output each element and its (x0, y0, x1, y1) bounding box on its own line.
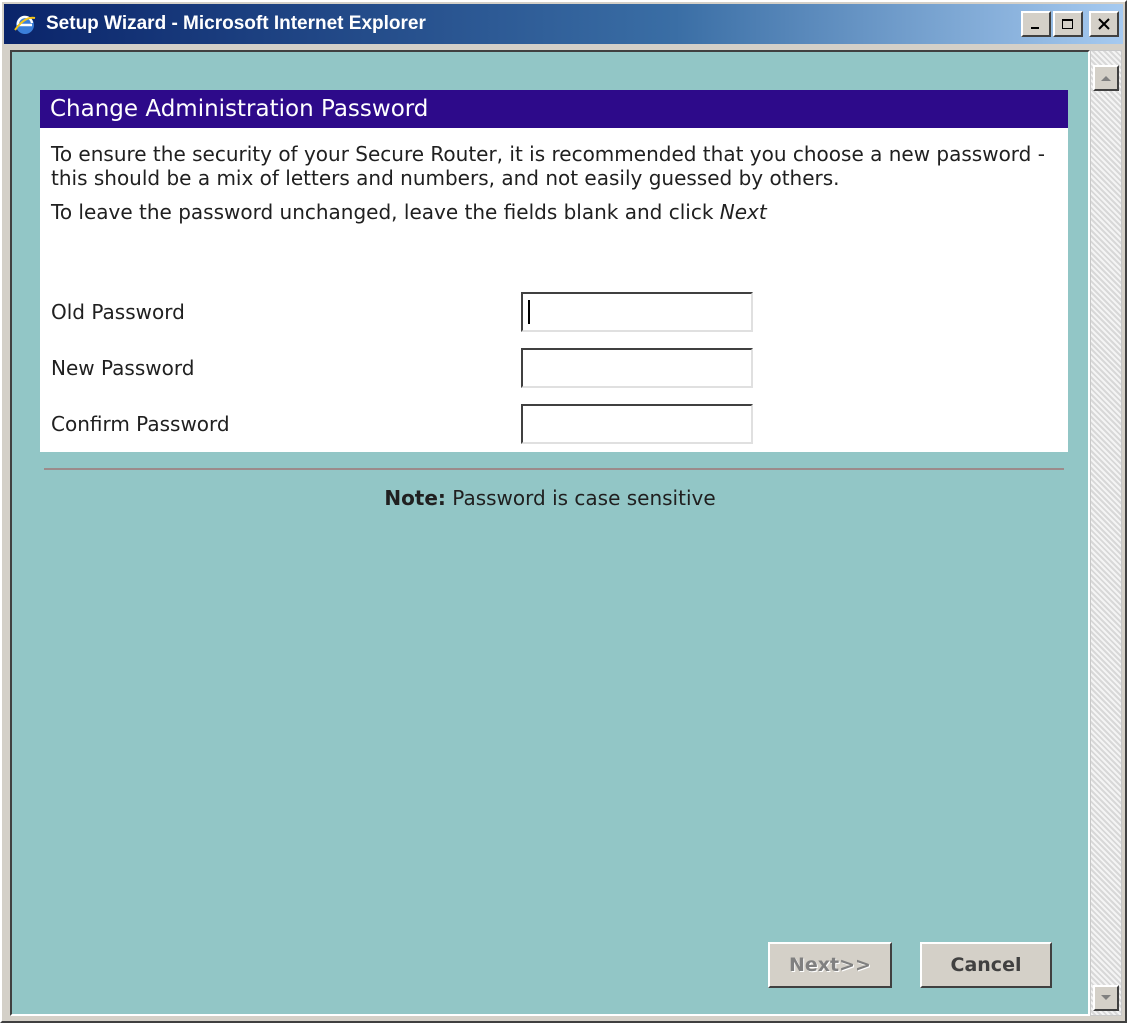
minimize-icon (1031, 27, 1039, 29)
arrow-down-icon (1101, 995, 1111, 1000)
text-caret (528, 300, 530, 324)
page-content: Change Administration Password To ensure… (10, 50, 1090, 1016)
password-panel: Change Administration Password To ensure… (40, 90, 1068, 452)
divider (44, 468, 1064, 470)
ie-icon (12, 11, 38, 37)
cancel-button[interactable]: Cancel (920, 942, 1052, 988)
window-controls (1021, 11, 1119, 37)
confirm-password-row: Confirm Password (51, 404, 753, 444)
arrow-up-icon (1101, 76, 1111, 81)
intro-text: To ensure the security of your Secure Ro… (51, 142, 1045, 190)
scroll-up-button[interactable] (1093, 65, 1119, 91)
case-sensitive-note: Note: Password is case sensitive (12, 486, 1088, 510)
old-password-label: Old Password (51, 300, 185, 324)
old-password-field[interactable] (521, 292, 753, 332)
instruction-next-word: Next (719, 200, 767, 224)
note-label: Note: (384, 486, 446, 510)
old-password-field-wrap (521, 292, 753, 332)
window-title: Setup Wizard - Microsoft Internet Explor… (46, 13, 426, 34)
old-password-row: Old Password (51, 292, 753, 332)
note-text: Password is case sensitive (445, 486, 716, 510)
title-bar[interactable]: Setup Wizard - Microsoft Internet Explor… (4, 4, 1123, 44)
close-button[interactable] (1089, 11, 1119, 37)
maximize-icon (1062, 19, 1073, 29)
confirm-password-field[interactable] (521, 404, 753, 444)
maximize-button[interactable] (1053, 11, 1083, 37)
close-icon (1098, 18, 1110, 30)
instruction-text: To leave the password unchanged, leave t… (40, 200, 1068, 224)
scroll-down-button[interactable] (1093, 985, 1119, 1011)
vertical-scrollbar[interactable] (1090, 50, 1122, 1016)
next-button[interactable]: Next>> (768, 942, 892, 988)
new-password-field[interactable] (521, 348, 753, 388)
browser-window: Setup Wizard - Microsoft Internet Explor… (0, 0, 1127, 1023)
new-password-row: New Password (51, 348, 753, 388)
new-password-label: New Password (51, 356, 195, 380)
panel-title: Change Administration Password (40, 90, 1068, 128)
instruction-prefix: To leave the password unchanged, leave t… (51, 200, 720, 224)
confirm-password-label: Confirm Password (51, 412, 230, 436)
minimize-button[interactable] (1021, 11, 1051, 37)
